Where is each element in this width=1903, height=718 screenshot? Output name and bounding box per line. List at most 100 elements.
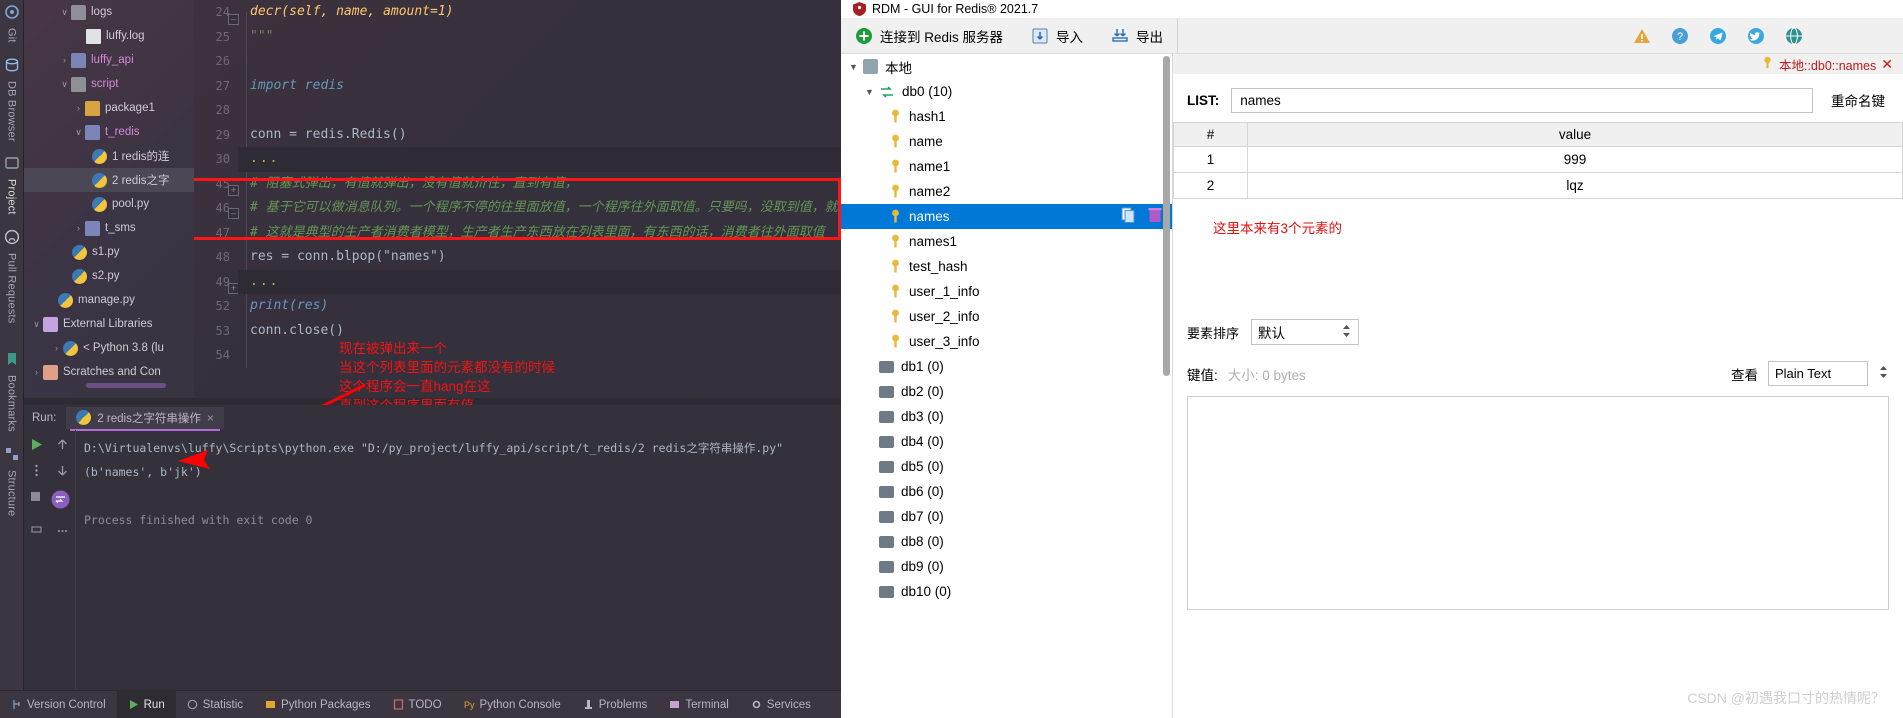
tree-row-db[interactable]: db3 (0) (841, 404, 1172, 429)
tree-row-key[interactable]: name1 (841, 154, 1172, 179)
value-tab-bar[interactable]: 本地::db0::names ✕ (1173, 54, 1903, 74)
spinner-updown-icon[interactable] (1341, 323, 1352, 342)
tree-item[interactable]: › package1 (24, 96, 194, 120)
run-console-output[interactable]: D:\Virtualenvs\luffy\Scripts\python.exe … (76, 430, 841, 690)
statusbar-item-terminal[interactable]: Terminal (658, 691, 739, 718)
rename-key-button[interactable]: 重命名键 (1825, 86, 1891, 114)
tree-item[interactable]: › luffy_api (24, 48, 194, 72)
tree-item[interactable]: luffy.log (24, 24, 194, 48)
statusbar-item-python-packages[interactable]: Python Packages (254, 691, 382, 718)
tree-row-key[interactable]: hash1 (841, 104, 1172, 129)
redis-key-tree[interactable]: ▼ 本地 ▼ db0 (10) hash1 name name1 name2 nam… (841, 54, 1173, 718)
tree-item[interactable]: manage.py (24, 288, 194, 312)
view-controls[interactable]: 查看 Plain Text (1731, 361, 1889, 386)
help-icon[interactable]: ? (1671, 27, 1689, 45)
chevron-right-icon[interactable]: › (30, 367, 43, 377)
close-icon[interactable]: × (207, 411, 214, 425)
list-values-table[interactable]: # value 1 999 2 lqz (1173, 122, 1903, 199)
tree-row-key[interactable]: test_hash (841, 254, 1172, 279)
tree-item[interactable]: ∨ script (24, 72, 194, 96)
value-tab[interactable]: 本地::db0::names ✕ (1761, 55, 1893, 74)
spinner-updown-icon[interactable] (1878, 364, 1889, 383)
db-browser-icon[interactable] (4, 57, 20, 73)
view-format-select[interactable]: Plain Text (1768, 361, 1868, 386)
tree-row-db[interactable]: ▼ db0 (10) (841, 79, 1172, 104)
rerun-icon[interactable] (30, 438, 43, 456)
toolbar-right-icons[interactable]: ? (1633, 27, 1903, 45)
scroll-down-icon[interactable] (56, 464, 69, 482)
sort-select[interactable]: 默认 (1251, 319, 1360, 345)
row-actions[interactable] (1121, 207, 1162, 226)
tree-item[interactable]: › < Python 3.8 (lu (24, 336, 194, 360)
chevron-right-icon[interactable]: › (72, 103, 85, 113)
tree-row-key[interactable]: user_1_info (841, 279, 1172, 304)
sidebar-item-git[interactable]: Git (6, 22, 18, 53)
sidebar-item-bookmarks[interactable]: Bookmarks (6, 369, 18, 442)
tree-item[interactable]: s2.py (24, 264, 194, 288)
tree-item-selected[interactable]: 2 redis之字 (24, 168, 194, 192)
editor-code-lines[interactable]: decr(self, name, amount=1) """ import re… (238, 0, 841, 398)
scroll-up-icon[interactable] (56, 438, 69, 456)
tree-item[interactable]: ∨ t_redis (24, 120, 194, 144)
import-button[interactable]: 导入 (1017, 18, 1097, 54)
triangle-down-icon[interactable]: ▼ (865, 87, 879, 97)
statusbar-item-run[interactable]: Run (116, 690, 176, 718)
chevron-down-icon[interactable]: ∨ (58, 79, 71, 90)
warning-icon[interactable] (1633, 27, 1651, 45)
tree-row-key[interactable]: names1 (841, 229, 1172, 254)
chevron-down-icon[interactable]: ∨ (72, 127, 85, 138)
tree-item[interactable]: pool.py (24, 192, 194, 216)
tree-row-server[interactable]: ▼ 本地 (841, 54, 1172, 79)
tree-row-db[interactable]: db9 (0) (841, 554, 1172, 579)
tree-item[interactable]: › t_sms (24, 216, 194, 240)
tree-row-db[interactable]: db1 (0) (841, 354, 1172, 379)
git-icon[interactable] (4, 4, 20, 20)
tree-row-key[interactable]: user_3_info (841, 329, 1172, 354)
project-tree[interactable]: ∨ logs luffy.log › luffy_api ∨ script › pack… (24, 0, 194, 398)
sidebar-item-project[interactable]: Project (6, 173, 18, 225)
twitter-icon[interactable] (1747, 27, 1765, 45)
tree-item[interactable]: ∨ logs (24, 0, 194, 24)
github-icon[interactable] (4, 229, 20, 245)
project-icon[interactable] (4, 155, 20, 171)
tree-row-key[interactable]: user_2_info (841, 304, 1172, 329)
run-tool-window[interactable]: Run: 2 redis之字符串操作 × D:\Virtualenvs\luff… (24, 405, 841, 690)
more-options-icon[interactable] (30, 464, 43, 482)
ide-status-bar[interactable]: Version Control Run Statistic Python Pac… (0, 690, 841, 718)
tree-row-key[interactable]: name2 (841, 179, 1172, 204)
table-row[interactable]: 2 lqz (1173, 172, 1903, 199)
key-name-input[interactable]: names (1231, 87, 1813, 113)
delete-key-icon[interactable] (1148, 207, 1162, 226)
chevron-right-icon[interactable]: › (58, 55, 71, 65)
statusbar-item-todo[interactable]: TODO (382, 691, 453, 718)
soft-wrap-icon[interactable] (51, 490, 70, 514)
tree-row-db[interactable]: db7 (0) (841, 504, 1172, 529)
tree-row-db[interactable]: db2 (0) (841, 379, 1172, 404)
copy-key-icon[interactable] (1121, 207, 1136, 226)
triangle-down-icon[interactable]: ▼ (849, 62, 863, 72)
export-button[interactable]: 导出 (1097, 18, 1177, 54)
statusbar-item-version-control[interactable]: Version Control (0, 691, 117, 718)
table-row[interactable]: 1 999 (1173, 146, 1903, 173)
globe-icon[interactable] (1785, 27, 1803, 45)
statusbar-item-problems[interactable]: Problems (572, 691, 659, 718)
chevron-down-icon[interactable]: ∨ (30, 319, 43, 330)
tree-item[interactable]: 1 redis的连 (24, 144, 194, 168)
print-icon[interactable] (30, 522, 43, 540)
chevron-right-icon[interactable]: › (50, 343, 63, 353)
tree-item[interactable]: › Scratches and Con (24, 360, 194, 384)
more-icon[interactable] (56, 522, 69, 540)
tree-vertical-scrollbar[interactable] (1163, 56, 1170, 376)
statusbar-item-statistic[interactable]: Statistic (176, 691, 254, 718)
tree-row-db[interactable]: db10 (0) (841, 579, 1172, 604)
tree-row-db[interactable]: db5 (0) (841, 454, 1172, 479)
statusbar-item-python-console[interactable]: Py Python Console (453, 691, 572, 718)
tree-row-key[interactable]: name (841, 129, 1172, 154)
value-editor-textarea[interactable] (1187, 396, 1889, 610)
run-tab[interactable]: 2 redis之字符串操作 × (66, 406, 224, 431)
sidebar-item-pull-requests[interactable]: Pull Requests (6, 247, 18, 333)
tree-horizontal-scrollbar[interactable] (86, 383, 166, 388)
tree-item[interactable]: ∨ External Libraries (24, 312, 194, 336)
structure-icon[interactable] (4, 446, 20, 462)
tree-row-db[interactable]: db6 (0) (841, 479, 1172, 504)
